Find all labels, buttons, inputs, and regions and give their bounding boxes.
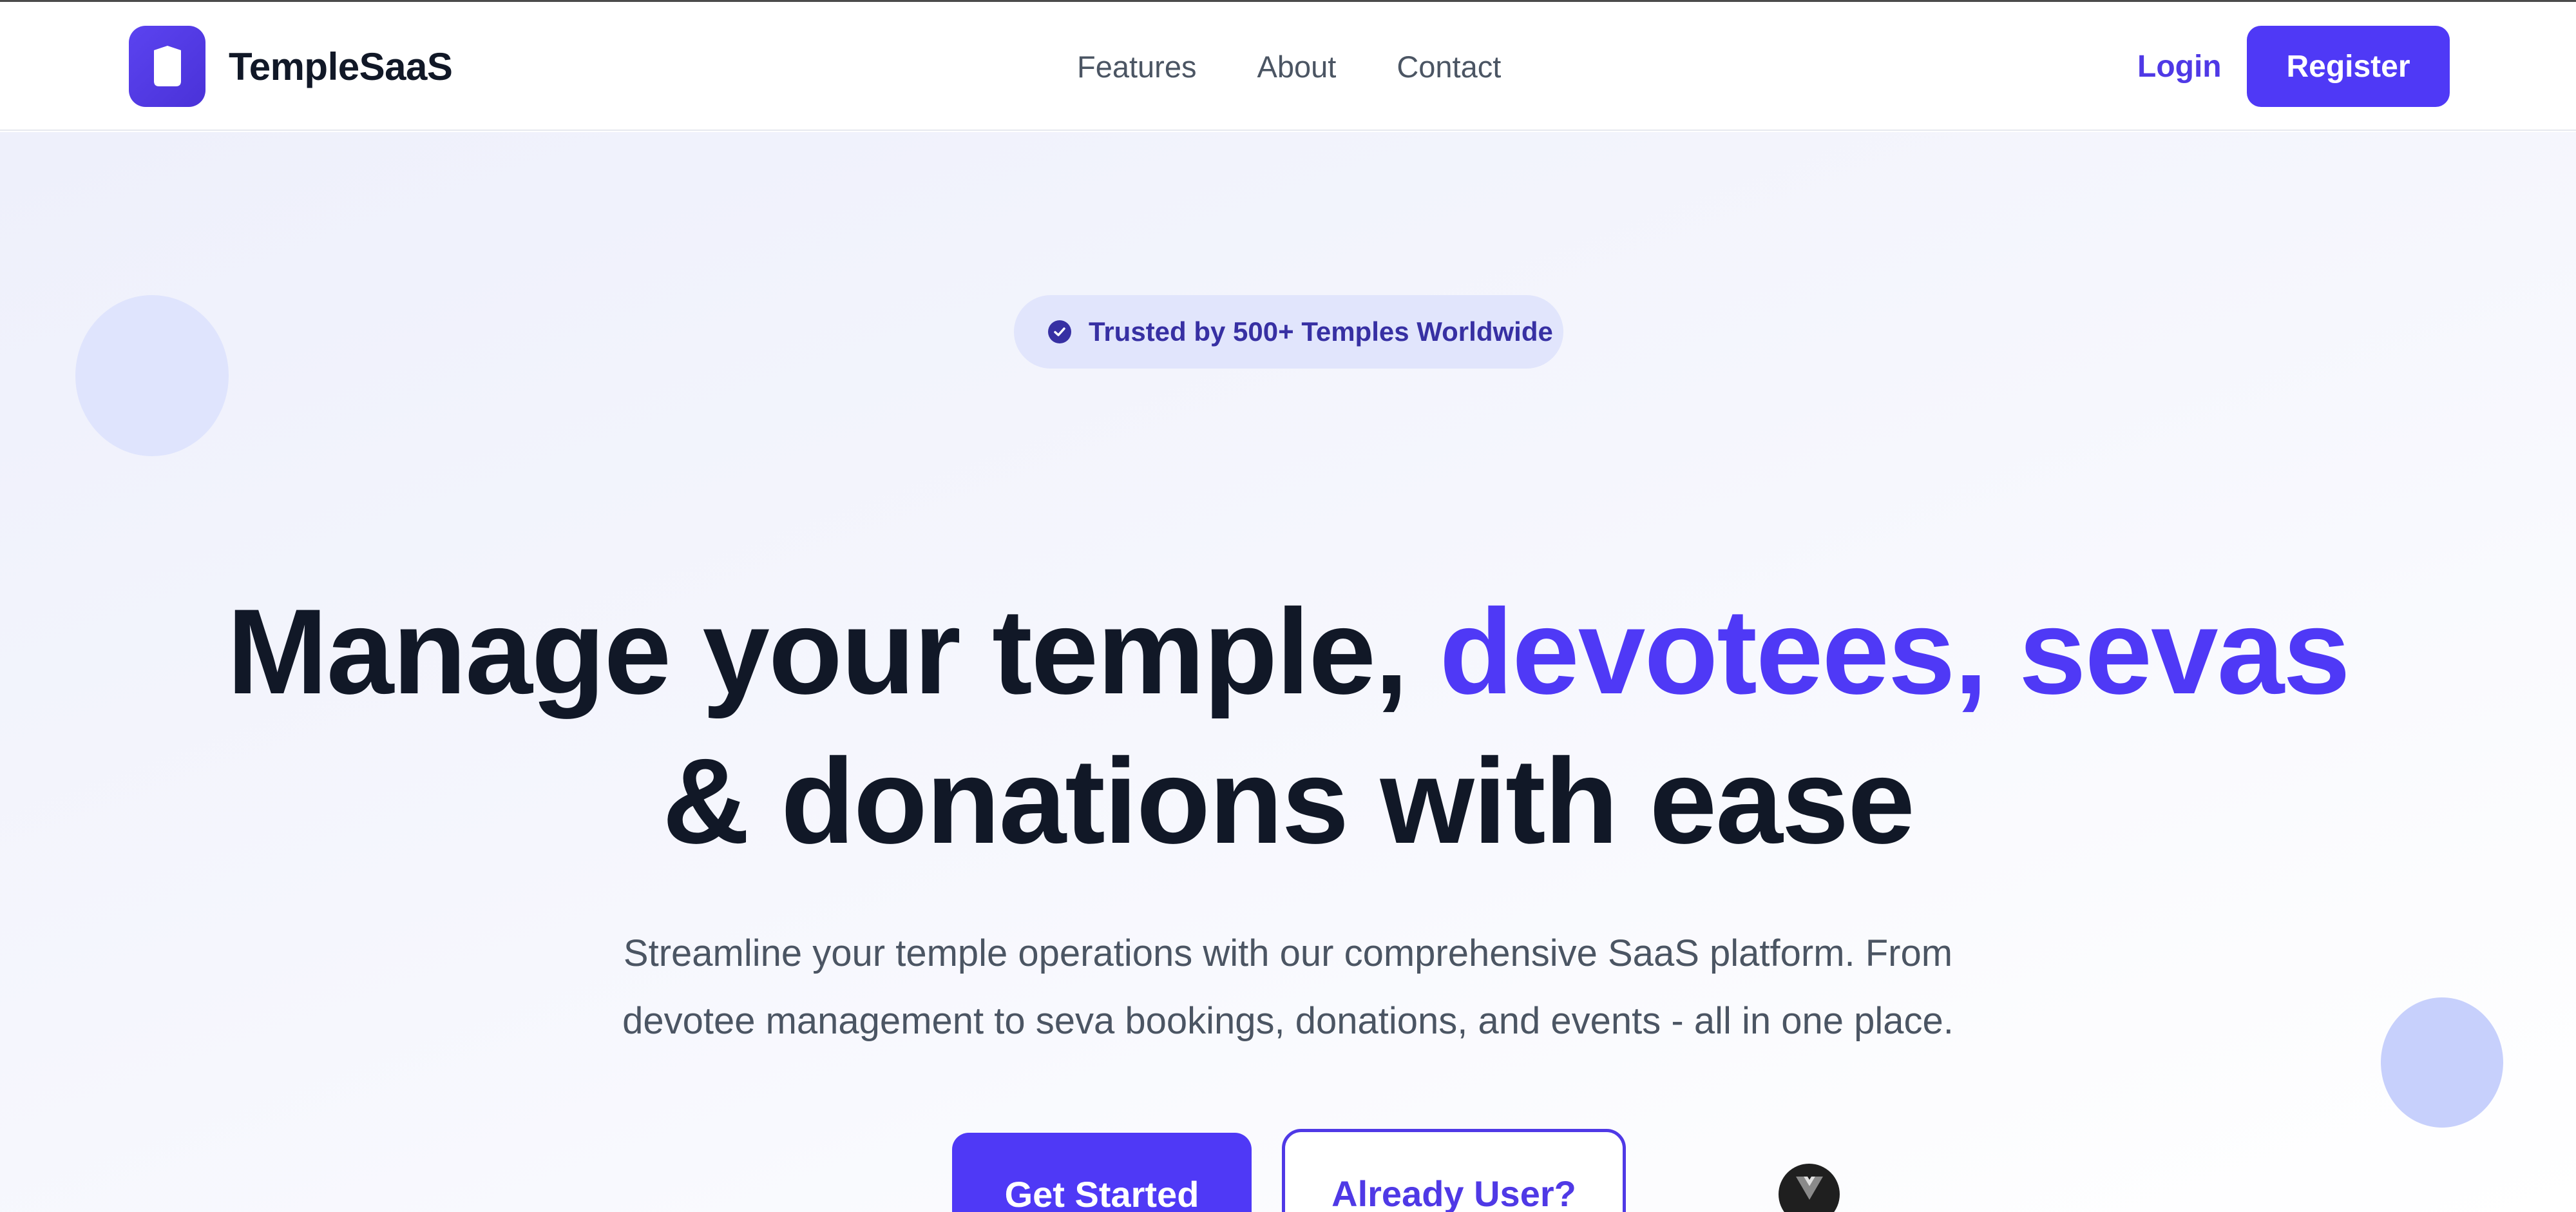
- subtext-line2: devotee management to seva bookings, don…: [622, 1000, 1954, 1042]
- decorative-circle-left: [75, 295, 229, 456]
- trust-badge: Trusted by 500+ Temples Worldwide: [1014, 295, 1563, 369]
- headline-accent: devotees, sevas: [1439, 584, 2350, 719]
- get-started-button[interactable]: Get Started: [952, 1133, 1252, 1212]
- shield-icon: [153, 46, 181, 86]
- top-navbar: TempleSaaS Features About Contact Login …: [0, 2, 2576, 131]
- hero-headline: Manage your temple, devotees, sevas & do…: [0, 577, 2576, 876]
- nav-link-about[interactable]: About: [1257, 49, 1336, 84]
- brand[interactable]: TempleSaaS: [129, 26, 453, 107]
- brand-name[interactable]: TempleSaaS: [229, 44, 453, 89]
- trust-badge-text: Trusted by 500+ Temples Worldwide: [1089, 316, 1553, 347]
- check-circle-icon: [1048, 320, 1071, 343]
- vue-logo-icon: [1795, 1177, 1823, 1200]
- already-user-button[interactable]: Already User?: [1282, 1129, 1626, 1212]
- brand-logo[interactable]: [129, 26, 205, 107]
- main-nav: Features About Contact: [1077, 2, 1501, 131]
- nav-link-features[interactable]: Features: [1077, 49, 1196, 84]
- register-button[interactable]: Register: [2247, 26, 2450, 107]
- login-link[interactable]: Login: [2137, 2, 2222, 131]
- headline-part2: & donations with ease: [662, 733, 1915, 869]
- headline-part1: Manage your temple,: [227, 584, 1440, 719]
- nav-link-contact[interactable]: Contact: [1397, 49, 1501, 84]
- hero-subtext: Streamline your temple operations with o…: [0, 919, 2576, 1055]
- hero-section: Trusted by 500+ Temples Worldwide Manage…: [0, 132, 2576, 1212]
- subtext-line1: Streamline your temple operations with o…: [623, 932, 1953, 974]
